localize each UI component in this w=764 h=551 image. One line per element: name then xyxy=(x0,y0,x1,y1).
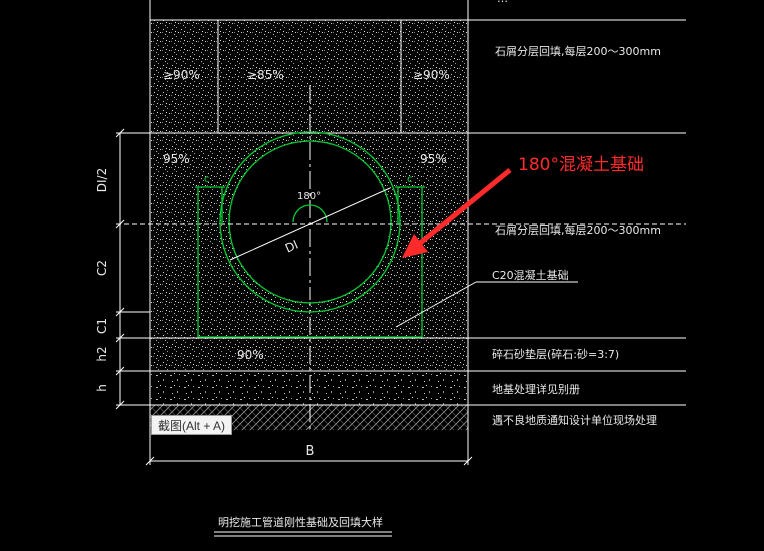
dim-b: B xyxy=(306,444,315,459)
cad-drawing-canvas: … ≥90% ≥85% ≥90% 95% 95% 90% 180° DI c c… xyxy=(95,0,686,537)
dim-h2: h2 xyxy=(95,346,109,361)
gravel-layer xyxy=(150,372,468,405)
callout-label: 180°混凝土基础 xyxy=(518,155,644,175)
dim-h: h xyxy=(95,384,109,392)
note-backfill-lower: 石屑分层回填,每层200～300mm xyxy=(495,223,661,237)
drawing-title: 明挖施工管道刚性基础及回填大样 xyxy=(218,515,383,529)
screenshot-tooltip: 截图(Alt + A) xyxy=(151,415,233,435)
note-backfill-upper: 石屑分层回填,每层200～300mm xyxy=(495,44,661,58)
clearance-right-label: c xyxy=(407,174,413,185)
note-poor-soil: 遇不良地质通知设计单位现场处理 xyxy=(492,413,657,427)
dimension-chain-left xyxy=(115,128,125,410)
note-foundation: C20混凝土基础 xyxy=(492,268,569,282)
dim-d-half: DI/2 xyxy=(95,168,109,192)
zone-pipe-left: 95% xyxy=(163,152,190,166)
note-top-cut: … xyxy=(497,0,508,5)
zone-upper-center: ≥85% xyxy=(247,68,284,82)
note-cushion: 碎石砂垫层(碎石:砂=3:7) xyxy=(492,347,619,361)
pipe-angle-label: 180° xyxy=(297,191,321,202)
zone-upper-left: ≥90% xyxy=(163,68,200,82)
note-subgrade: 地基处理详见别册 xyxy=(492,382,580,396)
zone-pipe-right: 95% xyxy=(420,152,447,166)
cushion-layer xyxy=(150,338,468,370)
dim-c1: C1 xyxy=(95,318,109,334)
clearance-left-label: c xyxy=(204,174,210,185)
zone-cushion: 90% xyxy=(237,348,264,362)
zone-upper-right: ≥90% xyxy=(413,68,450,82)
dim-c2: C2 xyxy=(95,260,109,276)
